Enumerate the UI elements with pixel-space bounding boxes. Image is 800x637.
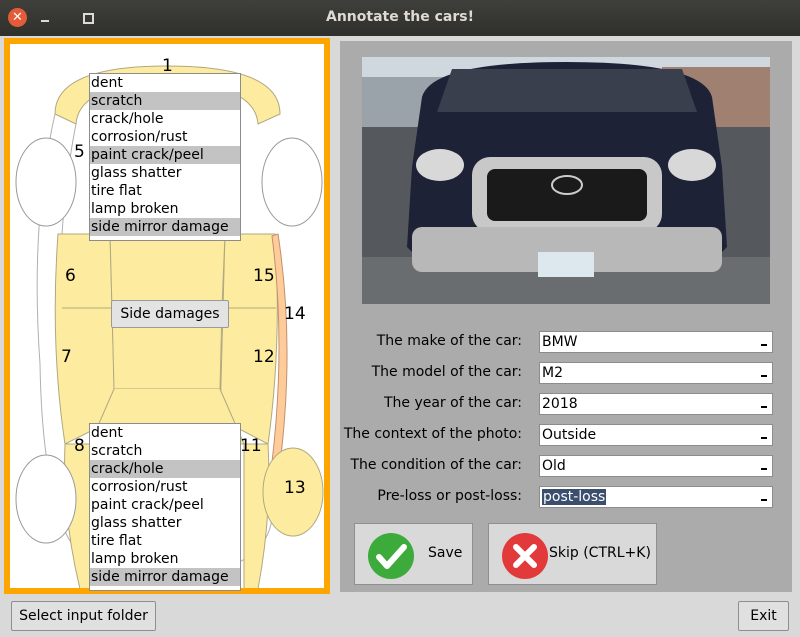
- loss-value: post-loss: [542, 489, 607, 505]
- checkmark-icon: [368, 533, 414, 579]
- model-select[interactable]: M2: [539, 362, 773, 384]
- condition-value: Old: [542, 458, 566, 474]
- loss-select[interactable]: post-loss: [539, 486, 773, 508]
- list-item[interactable]: scratch: [90, 92, 240, 110]
- zone-8-label: 8: [74, 436, 85, 456]
- year-select[interactable]: 2018: [539, 393, 773, 415]
- year-label: The year of the car:: [383, 395, 522, 411]
- list-item[interactable]: corrosion/rust: [90, 128, 240, 146]
- make-label: The make of the car:: [376, 333, 522, 349]
- select-input-folder-button[interactable]: Select input folder: [11, 601, 156, 631]
- list-item[interactable]: lamp broken: [90, 200, 240, 218]
- list-item[interactable]: crack/hole: [90, 460, 240, 478]
- chevron-down-icon[interactable]: [757, 364, 771, 382]
- list-item[interactable]: dent: [90, 74, 240, 92]
- context-value: Outside: [542, 427, 597, 443]
- zone-15-label: 15: [253, 266, 275, 286]
- top-damage-listbox[interactable]: dent scratch crack/hole corrosion/rust p…: [89, 73, 241, 241]
- zone-5-label: 5: [74, 142, 85, 162]
- list-item[interactable]: dent: [90, 424, 240, 442]
- zone-14-label: 14: [284, 304, 306, 324]
- condition-select[interactable]: Old: [539, 455, 773, 477]
- list-item[interactable]: glass shatter: [90, 164, 240, 182]
- save-label: Save: [428, 545, 463, 561]
- year-value: 2018: [542, 396, 578, 412]
- zone-13-label: 13: [284, 478, 306, 498]
- zone-6-label: 6: [65, 266, 76, 286]
- loss-label: Pre-loss or post-loss:: [377, 488, 522, 504]
- list-item[interactable]: tire flat: [90, 532, 240, 550]
- list-item[interactable]: lamp broken: [90, 550, 240, 568]
- list-item[interactable]: tire flat: [90, 182, 240, 200]
- context-select[interactable]: Outside: [539, 424, 773, 446]
- list-item[interactable]: glass shatter: [90, 514, 240, 532]
- car-diagram: 1 5 6 7 8 11 12 13 14 15 dent scratch cr…: [4, 38, 330, 594]
- x-icon: [502, 533, 548, 579]
- model-value: M2: [542, 365, 563, 381]
- zone-11-label: 11: [240, 436, 262, 456]
- skip-label: Skip (CTRL+K): [549, 545, 651, 561]
- chevron-down-icon[interactable]: [757, 333, 771, 351]
- skip-button[interactable]: Skip (CTRL+K): [488, 523, 657, 585]
- title-bar: ✕ Annotate the cars!: [0, 0, 800, 36]
- chevron-down-icon[interactable]: [757, 457, 771, 475]
- zone-12-label: 12: [253, 347, 275, 367]
- list-item[interactable]: side mirror damage: [90, 568, 240, 586]
- side-damages-button[interactable]: Side damages: [111, 300, 229, 328]
- list-item[interactable]: paint crack/peel: [90, 496, 240, 514]
- make-select[interactable]: BMW: [539, 331, 773, 353]
- list-item[interactable]: crack/hole: [90, 110, 240, 128]
- model-label: The model of the car:: [371, 364, 522, 380]
- chevron-down-icon[interactable]: [757, 426, 771, 444]
- chevron-down-icon[interactable]: [757, 395, 771, 413]
- context-label: The context of the photo:: [343, 426, 522, 442]
- chevron-down-icon[interactable]: [757, 488, 771, 506]
- list-item[interactable]: scratch: [90, 442, 240, 460]
- list-item[interactable]: side mirror damage: [90, 218, 240, 236]
- zone-7-label: 7: [61, 347, 72, 367]
- condition-label: The condition of the car:: [350, 457, 522, 473]
- exit-button[interactable]: Exit: [738, 601, 789, 631]
- diagram-panel: 1 5 6 7 8 11 12 13 14 15 dent scratch cr…: [0, 36, 335, 596]
- make-value: BMW: [542, 334, 578, 350]
- list-item[interactable]: paint crack/peel: [90, 146, 240, 164]
- list-item[interactable]: corrosion/rust: [90, 478, 240, 496]
- window-title: Annotate the cars!: [326, 9, 474, 25]
- save-button[interactable]: Save: [354, 523, 473, 585]
- annotation-panel: The make of the car: BMW The model of th…: [340, 41, 792, 592]
- bottom-damage-listbox[interactable]: dent scratch crack/hole corrosion/rust p…: [89, 423, 241, 591]
- car-photo: [362, 57, 770, 304]
